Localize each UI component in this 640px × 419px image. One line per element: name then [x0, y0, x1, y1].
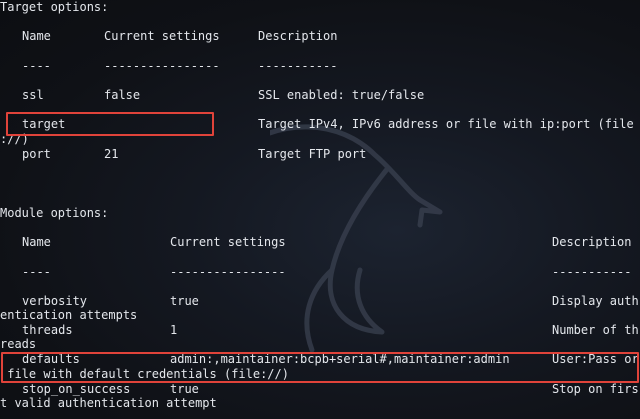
target-highlight-box: [6, 112, 214, 136]
option-value: true: [170, 382, 199, 396]
divider-name: ----: [22, 59, 51, 73]
divider-name: ----: [22, 265, 51, 279]
module-options-heading: Module options:: [0, 206, 109, 220]
target-options-heading-line: Target options:: [0, 0, 108, 15]
option-description: Display auth: [552, 294, 639, 308]
column-header-name: Name: [22, 29, 51, 43]
column-header-current-settings: Current settings: [104, 29, 220, 43]
column-header-description: Description: [552, 235, 632, 249]
option-row-stop-on-success-wrap: t valid authentication attempt: [0, 396, 217, 411]
option-value: 1: [170, 323, 178, 337]
option-description: SSL enabled: true/false: [258, 88, 425, 102]
divider-current-settings: ----------------: [170, 265, 286, 279]
module-options-header-row: Name Current settings Description: [0, 235, 631, 250]
column-header-current-settings: Current settings: [170, 235, 286, 249]
option-description-wrap: reads: [0, 337, 37, 351]
option-value: false: [104, 88, 141, 102]
column-header-name: Name: [22, 235, 51, 249]
divider-description: -----------: [552, 265, 632, 279]
option-row-verbosity-wrap: entication attempts: [0, 308, 137, 323]
option-value: 21: [104, 147, 119, 161]
option-name: verbosity: [22, 294, 88, 308]
defaults-highlight-box: [1, 352, 639, 383]
option-row-verbosity: verbosity true Display auth: [0, 294, 639, 309]
module-options-heading-line: Module options:: [0, 206, 108, 221]
option-row-stop-on-success: stop_on_success true Stop on firs: [0, 382, 639, 397]
option-row-ssl: ssl false SSL enabled: true/false: [0, 88, 424, 103]
option-row-port: port 21 Target FTP port: [0, 147, 366, 162]
divider-description: -----------: [258, 59, 338, 73]
option-description-wrap: t valid authentication attempt: [0, 396, 217, 410]
option-description: Stop on firs: [552, 382, 639, 396]
option-name: ssl: [22, 88, 44, 102]
option-name: threads: [22, 323, 73, 337]
target-options-divider-row: ---- ---------------- -----------: [0, 59, 337, 74]
option-name: stop_on_success: [22, 382, 131, 396]
kali-dragon-icon: [270, 124, 443, 353]
option-description: Target IPv4, IPv6 address or file with i…: [258, 117, 634, 131]
option-row-threads: threads 1 Number of th: [0, 323, 639, 338]
option-name: port: [22, 147, 51, 161]
column-header-description: Description: [258, 29, 338, 43]
option-description: Number of th: [552, 323, 639, 337]
divider-current-settings: ----------------: [104, 59, 220, 73]
option-row-threads-wrap: reads: [0, 337, 36, 352]
terminal-window: Target options: Name Current settings De…: [0, 0, 640, 419]
option-value: true: [170, 294, 199, 308]
module-options-divider-row: ---- ---------------- -----------: [0, 265, 631, 280]
option-description-wrap: entication attempts: [0, 308, 138, 322]
target-options-header-row: Name Current settings Description: [0, 29, 337, 44]
target-options-heading: Target options:: [0, 0, 109, 14]
option-description: Target FTP port: [258, 147, 367, 161]
